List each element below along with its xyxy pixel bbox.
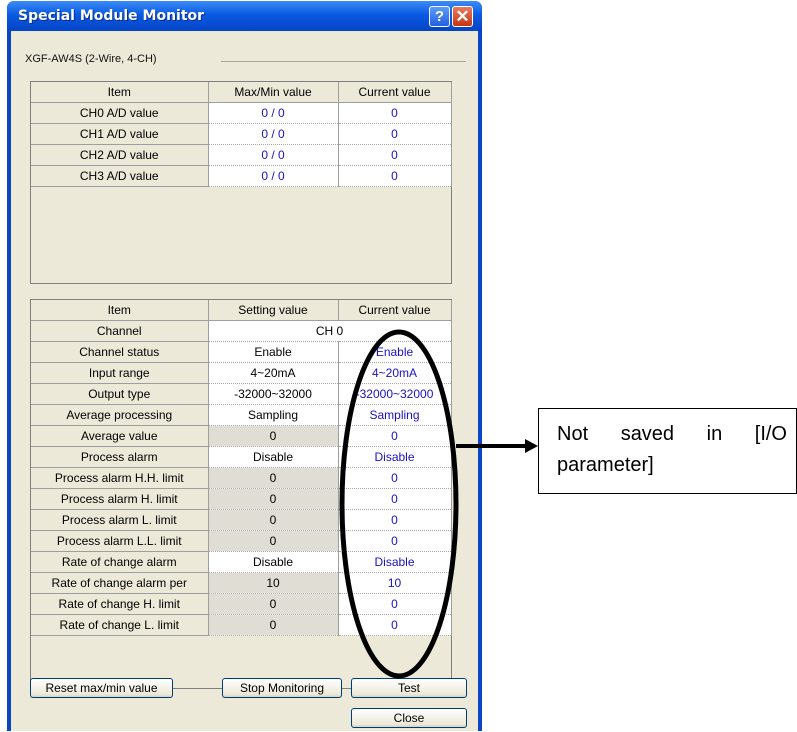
callout-arrow-head: [525, 439, 538, 453]
callout-line-2: parameter]: [557, 454, 654, 476]
highlight-ellipse: [339, 329, 459, 679]
annotation-overlay: [339, 329, 538, 679]
callout-line-1: Not saved in [I/O: [557, 423, 787, 445]
annotation-callout: Not saved in [I/O parameter]: [538, 408, 797, 494]
